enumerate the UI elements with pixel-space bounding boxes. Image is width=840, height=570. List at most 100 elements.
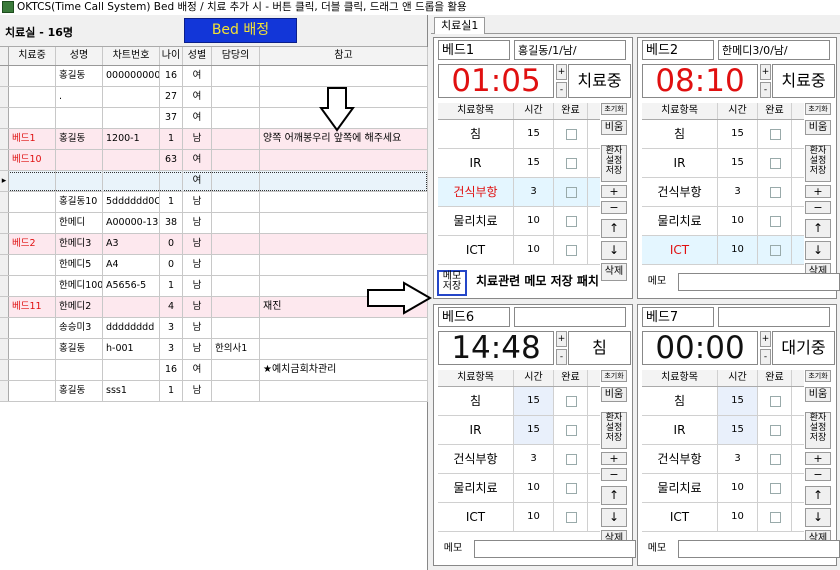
treatment-time[interactable]: 10 [514, 474, 554, 502]
treatment-row[interactable]: 물리치료 10 [642, 474, 804, 503]
reset-button[interactable]: 초기화 [805, 370, 831, 382]
move-down-button[interactable]: ↓ [601, 508, 627, 527]
treatment-row[interactable]: ICT 10 [642, 236, 804, 265]
done-checkbox[interactable] [566, 396, 577, 407]
treatment-row[interactable]: IR 15 [642, 149, 804, 178]
treatment-row[interactable]: ICT 10 [438, 236, 600, 265]
treatment-time[interactable]: 3 [514, 178, 554, 206]
treatment-row[interactable]: 물리치료 10 [438, 474, 600, 503]
done-checkbox[interactable] [566, 483, 577, 494]
table-row[interactable]: 베드2 한메디3 A3 0 남 [0, 234, 428, 255]
col-header-note[interactable]: 참고 [260, 47, 428, 65]
memo-input[interactable] [474, 540, 636, 558]
table-row[interactable]: 홍길동 sss1 1 남 [0, 381, 428, 402]
treatment-row[interactable]: 침 15 [438, 387, 600, 416]
reset-button[interactable]: 초기화 [805, 103, 831, 115]
treatment-row[interactable]: 물리치료 10 [642, 207, 804, 236]
timer-up-button[interactable]: + [556, 331, 567, 347]
treatment-row[interactable]: 건식부항 3 [438, 445, 600, 474]
treatment-row[interactable]: 건식부항 3 [438, 178, 600, 207]
treatment-row[interactable]: 물리치료 10 [438, 207, 600, 236]
timer-down-button[interactable]: - [556, 349, 567, 365]
table-row[interactable]: 한메디100 A5656-5 1 남 [0, 276, 428, 297]
move-down-button[interactable]: ↓ [805, 508, 831, 527]
save-patient-setting-button[interactable]: 환자 설정 저장 [805, 412, 831, 449]
memo-input[interactable] [678, 540, 840, 558]
row-selector[interactable] [0, 192, 9, 212]
save-patient-setting-button[interactable]: 환자 설정 저장 [601, 145, 627, 182]
treatment-time[interactable]: 10 [718, 236, 758, 264]
done-checkbox[interactable] [770, 454, 781, 465]
done-checkbox[interactable] [566, 454, 577, 465]
reset-button[interactable]: 초기화 [601, 103, 627, 115]
save-patient-setting-button[interactable]: 환자 설정 저장 [601, 412, 627, 449]
tab-room1[interactable]: 치료실1 [434, 17, 486, 34]
bed-panel-2[interactable]: 베드2 한메디3/0/남/08:10 + - 치료중 치료항목 시간 완료 침 15 IR 15 건식부… [637, 37, 840, 299]
save-patient-setting-button[interactable]: 환자 설정 저장 [805, 145, 831, 182]
row-selector[interactable] [0, 129, 9, 149]
row-selector[interactable] [0, 66, 9, 86]
treatment-time[interactable]: 10 [514, 207, 554, 235]
col-header-chart[interactable]: 차트번호 [103, 47, 160, 65]
bed-assign-button[interactable]: Bed 배정 [184, 18, 297, 43]
done-checkbox[interactable] [566, 216, 577, 227]
minus-button[interactable]: − [805, 201, 831, 214]
memo-save-button[interactable]: 메모 저장 [437, 270, 467, 296]
treatment-row[interactable]: ICT 10 [642, 503, 804, 532]
row-selector[interactable] [0, 381, 9, 401]
treatment-row[interactable]: IR 15 [438, 416, 600, 445]
done-checkbox[interactable] [770, 216, 781, 227]
treatment-time[interactable]: 10 [514, 503, 554, 531]
done-checkbox[interactable] [566, 425, 577, 436]
move-up-button[interactable]: ↑ [601, 219, 627, 238]
table-row[interactable]: 한메디5 A4 0 남 [0, 255, 428, 276]
treatment-time[interactable]: 10 [718, 503, 758, 531]
done-checkbox[interactable] [770, 129, 781, 140]
row-selector[interactable] [0, 255, 9, 275]
col-header-doctor[interactable]: 담당의 [212, 47, 260, 65]
treatment-time[interactable]: 15 [718, 149, 758, 177]
table-row[interactable]: 송승미3 dddddddd 3 남 [0, 318, 428, 339]
done-checkbox[interactable] [770, 483, 781, 494]
row-selector[interactable] [0, 276, 9, 296]
memo-input[interactable]: 치료관련 메모 저장 패치 [474, 273, 640, 291]
move-up-button[interactable]: ↑ [805, 486, 831, 505]
treatment-row[interactable]: 건식부항 3 [642, 445, 804, 474]
timer-down-button[interactable]: - [556, 82, 567, 98]
plus-button[interactable]: + [805, 452, 831, 465]
treatment-row[interactable]: 침 15 [642, 387, 804, 416]
treatment-time[interactable]: 15 [514, 416, 554, 444]
move-down-button[interactable]: ↓ [805, 241, 831, 260]
timer-up-button[interactable]: + [760, 64, 771, 80]
treatment-time[interactable]: 3 [718, 445, 758, 473]
row-selector[interactable] [0, 297, 9, 317]
done-checkbox[interactable] [770, 396, 781, 407]
bed-panel-4[interactable]: 베드7 00:00 + - 대기중 치료항목 시간 완료 침 15 IR 15 건식부항 3 물리치료 10 I… [637, 304, 840, 566]
table-row[interactable]: 베드10 63 여 [0, 150, 428, 171]
done-checkbox[interactable] [770, 425, 781, 436]
table-row[interactable]: . 27 여 [0, 87, 428, 108]
timer-down-button[interactable]: - [760, 82, 771, 98]
treatment-time[interactable]: 15 [718, 416, 758, 444]
empty-button[interactable]: 비움 [805, 120, 831, 135]
treatment-time[interactable]: 10 [718, 474, 758, 502]
move-up-button[interactable]: ↑ [601, 486, 627, 505]
row-selector[interactable] [0, 318, 9, 338]
row-selector[interactable] [0, 339, 9, 359]
empty-button[interactable]: 비움 [601, 120, 627, 135]
row-selector[interactable] [0, 150, 9, 170]
table-row[interactable]: 16 여 ★예치금회차관리 [0, 360, 428, 381]
row-selector[interactable] [0, 234, 9, 254]
minus-button[interactable]: − [601, 201, 627, 214]
plus-button[interactable]: + [601, 185, 627, 198]
treatment-row[interactable]: 침 15 [642, 120, 804, 149]
col-header-name[interactable]: 성명 [56, 47, 103, 65]
timer-down-button[interactable]: - [760, 349, 771, 365]
done-checkbox[interactable] [770, 245, 781, 256]
table-row[interactable]: 베드1 홍길동 1200-1 1 남 양쪽 어깨봉우리 앞쪽에 해주세요 [0, 129, 428, 150]
plus-button[interactable]: + [805, 185, 831, 198]
plus-button[interactable]: + [601, 452, 627, 465]
row-selector[interactable] [0, 108, 9, 128]
table-row[interactable]: 베드11 한메디2 4 남 재진 [0, 297, 428, 318]
done-checkbox[interactable] [770, 187, 781, 198]
